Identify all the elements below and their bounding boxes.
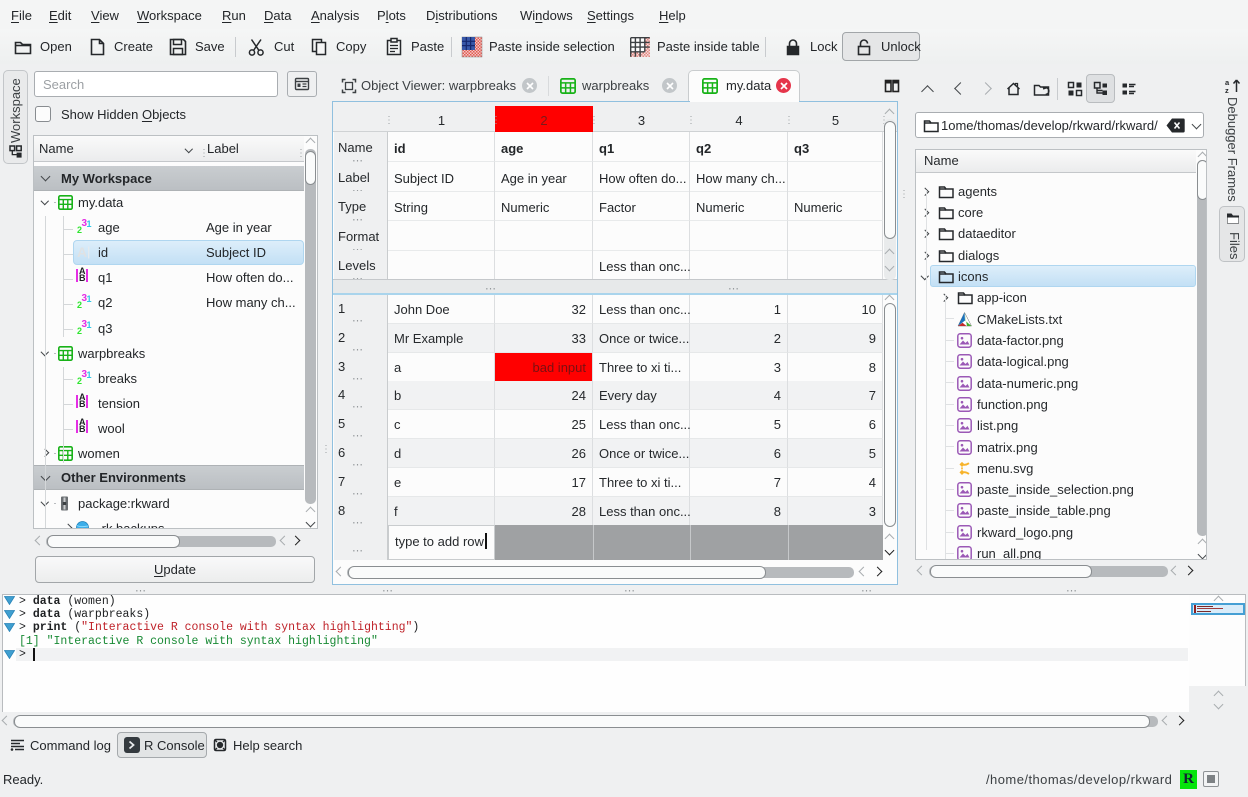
svg-text:z: z — [1225, 86, 1229, 94]
